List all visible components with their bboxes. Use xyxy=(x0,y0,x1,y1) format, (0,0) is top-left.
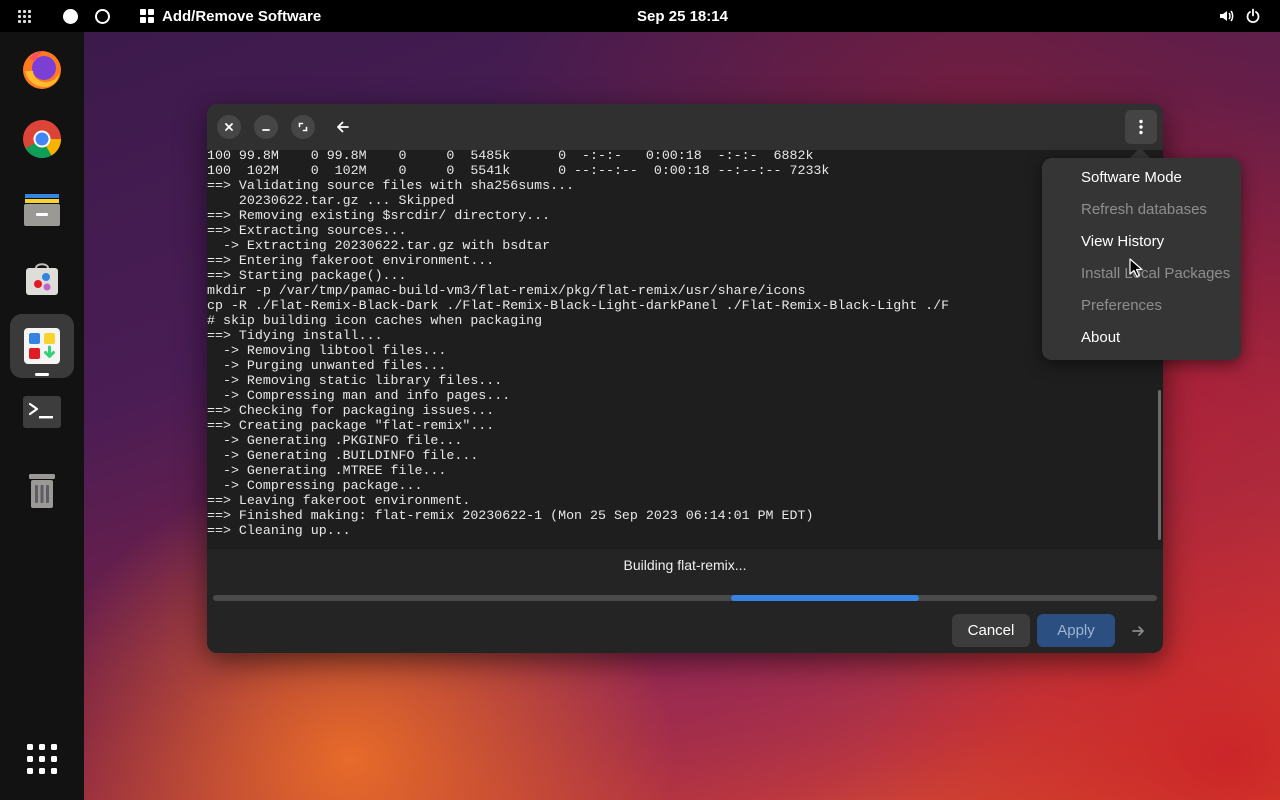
show-applications-icon[interactable] xyxy=(10,727,74,791)
trash-icon[interactable] xyxy=(10,457,74,521)
terminal-line: -> Generating .PKGINFO file... xyxy=(207,433,463,448)
terminal-line: -> Removing libtool files... xyxy=(207,343,447,358)
menu-item-refresh-databases[interactable]: Refresh databases xyxy=(1042,194,1241,226)
close-icon xyxy=(225,123,233,131)
terminal-line: ==> Starting package()... xyxy=(207,268,407,283)
close-button[interactable] xyxy=(217,115,241,139)
firefox-icon[interactable] xyxy=(10,38,74,102)
add-remove-software-window: 100 99.8M 0 99.8M 0 0 5485k 0 -:-:- 0:00… xyxy=(207,104,1163,653)
terminal-icon[interactable] xyxy=(10,380,74,444)
kebab-menu-icon xyxy=(1139,119,1143,135)
build-output-terminal[interactable]: 100 99.8M 0 99.8M 0 0 5485k 0 -:-:- 0:00… xyxy=(207,150,1163,549)
main-menu-button[interactable] xyxy=(1125,110,1157,144)
terminal-line: ==> Tidying install... xyxy=(207,328,383,343)
power-icon[interactable] xyxy=(1245,0,1261,32)
terminal-line: cp -R ./Flat-Remix-Black-Dark ./Flat-Rem… xyxy=(207,298,950,313)
terminal-line: ==> Removing existing $srcdir/ directory… xyxy=(207,208,551,223)
terminal-line: -> Removing static library files... xyxy=(207,373,503,388)
running-indicator xyxy=(35,373,49,376)
terminal-line: 100 99.8M 0 99.8M 0 0 5485k 0 -:-:- 0:00… xyxy=(207,150,814,163)
top-bar: Add/Remove Software Sep 25 18:14 xyxy=(0,0,1280,32)
file-manager-icon[interactable] xyxy=(10,176,74,240)
terminal-scrollbar[interactable] xyxy=(1158,390,1161,540)
terminal-line: -> Compressing man and info pages... xyxy=(207,388,511,403)
clock[interactable]: Sep 25 18:14 xyxy=(620,0,745,32)
maximize-button[interactable] xyxy=(291,115,315,139)
terminal-line: 20230622.tar.gz ... Skipped xyxy=(207,193,455,208)
chrome-icon[interactable] xyxy=(10,107,74,171)
menu-item-about[interactable]: About xyxy=(1042,322,1241,354)
app-menu[interactable]: Add/Remove Software xyxy=(140,0,321,32)
terminal-line: ==> Leaving fakeroot environment. xyxy=(207,493,471,508)
apply-button[interactable]: Apply xyxy=(1037,614,1115,647)
add-remove-software-icon[interactable] xyxy=(10,314,74,378)
menu-item-view-history[interactable]: View History xyxy=(1042,226,1241,258)
progress-bar xyxy=(213,595,1157,601)
terminal-line: -> Generating .BUILDINFO file... xyxy=(207,448,479,463)
volume-icon[interactable] xyxy=(1218,0,1234,32)
dock xyxy=(0,32,84,800)
terminal-line: -> Purging unwanted files... xyxy=(207,358,447,373)
app-name: Add/Remove Software xyxy=(162,7,322,25)
app-grid-icon xyxy=(140,9,154,23)
workspace-1-icon[interactable] xyxy=(63,0,78,32)
terminal-line: mkdir -p /var/tmp/pamac-build-vm3/flat-r… xyxy=(207,283,806,298)
next-arrow-icon[interactable] xyxy=(1129,622,1147,640)
menu-item-software-mode[interactable]: Software Mode xyxy=(1042,162,1241,194)
terminal-line: ==> Entering fakeroot environment... xyxy=(207,253,495,268)
terminal-line: ==> Extracting sources... xyxy=(207,223,407,238)
maximize-icon xyxy=(298,122,308,132)
terminal-line: ==> Finished making: flat-remix 20230622… xyxy=(207,508,814,523)
mouse-cursor-icon xyxy=(1129,258,1143,278)
terminal-line: -> Compressing package... xyxy=(207,478,423,493)
terminal-line: ==> Creating package "flat-remix"... xyxy=(207,418,495,433)
menu-item-preferences[interactable]: Preferences xyxy=(1042,290,1241,322)
terminal-line: ==> Checking for packaging issues... xyxy=(207,403,495,418)
minimize-icon xyxy=(262,129,270,131)
terminal-line: -> Extracting 20230622.tar.gz with bsdta… xyxy=(207,238,551,253)
build-status: Building flat-remix... xyxy=(623,557,747,573)
terminal-line: # skip building icon caches when packagi… xyxy=(207,313,543,328)
progress-indicator xyxy=(731,595,919,601)
terminal-line: -> Generating .MTREE file... xyxy=(207,463,447,478)
terminal-line: ==> Cleaning up... xyxy=(207,523,351,538)
apps-grid-icon[interactable] xyxy=(18,0,34,32)
minimize-button[interactable] xyxy=(254,115,278,139)
terminal-line: 100 102M 0 102M 0 0 5541k 0 --:--:-- 0:0… xyxy=(207,163,830,178)
cancel-button[interactable]: Cancel xyxy=(952,614,1030,647)
back-arrow-icon xyxy=(337,121,349,133)
terminal-output: 100 99.8M 0 99.8M 0 0 5485k 0 -:-:- 0:00… xyxy=(207,150,949,538)
workspace-2-icon[interactable] xyxy=(95,0,110,32)
terminal-line: ==> Validating source files with sha256s… xyxy=(207,178,575,193)
back-button[interactable] xyxy=(331,115,355,139)
header-bar xyxy=(207,104,1163,150)
software-store-icon[interactable] xyxy=(10,245,74,309)
